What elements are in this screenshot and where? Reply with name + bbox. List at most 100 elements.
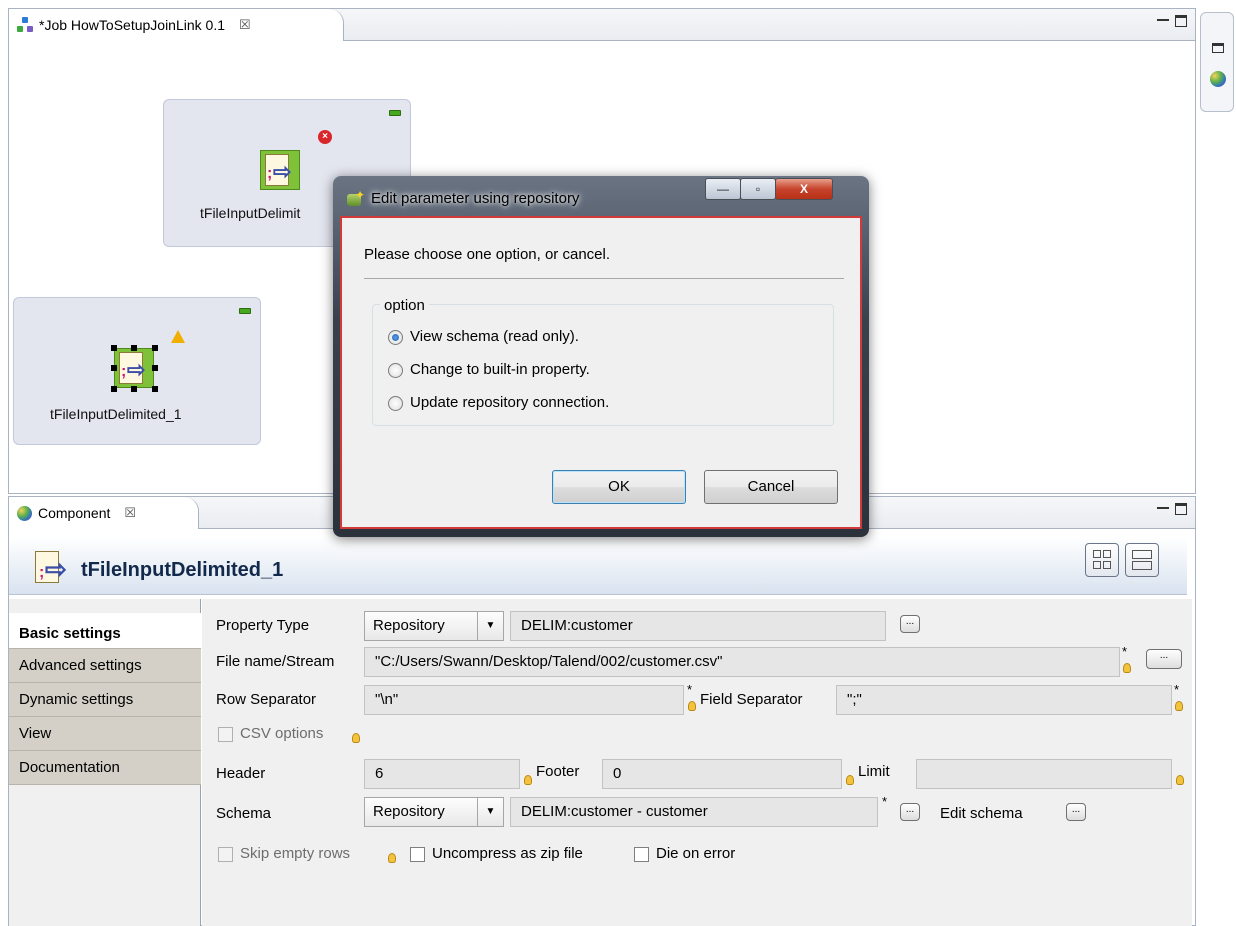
bulb-icon <box>352 733 360 743</box>
dialog-close-button[interactable]: X <box>775 178 833 200</box>
maximize-icon[interactable] <box>1175 503 1187 515</box>
grid-view-button[interactable] <box>1085 543 1119 577</box>
csv-options-label: CSV options <box>240 725 324 742</box>
limit-field[interactable] <box>916 759 1172 789</box>
chevron-down-icon[interactable]: ▼ <box>477 798 503 826</box>
radio-change-builtin[interactable] <box>388 363 403 378</box>
editor-tab[interactable]: *Job HowToSetupJoinLink 0.1 ☒ <box>9 9 344 41</box>
property-type-select[interactable]: Repository ▼ <box>364 611 504 641</box>
close-tab-icon[interactable]: ☒ <box>124 505 136 521</box>
skip-empty-rows-label: Skip empty rows <box>240 845 351 862</box>
uncompress-zip-label: Uncompress as zip file <box>432 845 583 862</box>
chevron-down-icon[interactable]: ▼ <box>477 612 503 640</box>
footer-field[interactable]: 0 <box>602 759 842 789</box>
radio-update-repo-label[interactable]: Update repository connection. <box>410 394 609 411</box>
edit-schema-label: Edit schema <box>940 805 1023 822</box>
bulb-icon <box>688 701 696 711</box>
schema-type-value: Repository <box>373 803 445 820</box>
minimize-icon[interactable] <box>1157 507 1169 511</box>
bulb-icon <box>1175 701 1183 711</box>
die-on-error-label: Die on error <box>656 845 736 862</box>
required-marker: * <box>882 794 888 809</box>
option-group-label: option <box>380 297 429 314</box>
component-type-icon: ; ⇨ <box>33 549 75 585</box>
limit-label: Limit <box>858 763 890 780</box>
csv-options-checkbox[interactable] <box>218 727 233 742</box>
settings-tab-list: Basic settings Advanced settings Dynamic… <box>9 599 201 926</box>
component-tab-label: Component <box>38 505 111 521</box>
radio-change-builtin-label[interactable]: Change to built-in property. <box>410 361 590 378</box>
file-input-delimited-icon[interactable]: ; ⇨ <box>114 348 154 388</box>
selection-handle[interactable] <box>111 365 117 371</box>
bulb-icon <box>846 775 854 785</box>
bulb-icon <box>524 775 532 785</box>
required-marker: * <box>1122 644 1128 659</box>
skip-empty-rows-checkbox[interactable] <box>218 847 233 862</box>
node-collapse-icon[interactable] <box>389 110 401 116</box>
radio-view-schema[interactable] <box>388 330 403 345</box>
minimize-icon[interactable] <box>1157 19 1169 23</box>
basic-settings-form: Property Type Repository ▼ DELIM:custome… <box>202 599 1192 926</box>
tab-documentation[interactable]: Documentation <box>9 751 201 785</box>
field-separator-field[interactable]: ";" <box>836 685 1172 715</box>
selection-handle[interactable] <box>152 345 158 351</box>
schema-browse-button[interactable]: ... <box>900 803 920 821</box>
file-input-delimited-icon[interactable]: ; ⇨ <box>260 150 300 190</box>
component-tab[interactable]: Component ☒ <box>9 497 199 529</box>
selection-handle[interactable] <box>152 386 158 392</box>
selection-handle[interactable] <box>111 386 117 392</box>
radio-view-schema-label[interactable]: View schema (read only). <box>410 328 579 345</box>
property-type-value: Repository <box>373 617 445 634</box>
close-tab-icon[interactable]: ☒ <box>239 17 251 33</box>
selection-handle[interactable] <box>111 345 117 351</box>
tab-basic-settings[interactable]: Basic settings <box>9 613 201 649</box>
wizard-icon: ✦ <box>345 188 365 208</box>
node-collapse-icon[interactable] <box>239 308 251 314</box>
component-title: tFileInputDelimited_1 <box>81 559 284 581</box>
property-repository-field[interactable]: DELIM:customer <box>510 611 886 641</box>
selection-handle[interactable] <box>131 345 137 351</box>
edit-parameter-dialog: ✦ Edit parameter using repository — ▫ X … <box>333 176 869 537</box>
schema-repository-field[interactable]: DELIM:customer - customer <box>510 797 878 827</box>
right-trim-bar <box>1200 12 1234 112</box>
header-field[interactable]: 6 <box>364 759 520 789</box>
restore-icon[interactable] <box>1212 43 1224 53</box>
row-separator-field[interactable]: "\n" <box>364 685 684 715</box>
header-label: Header <box>216 765 266 782</box>
bulb-icon <box>1176 775 1184 785</box>
editor-window-controls <box>1157 15 1187 27</box>
file-name-field[interactable]: "C:/Users/Swann/Desktop/Talend/002/custo… <box>364 647 1120 677</box>
dialog-body: Please choose one option, or cancel. opt… <box>340 216 862 529</box>
schema-type-select[interactable]: Repository ▼ <box>364 797 504 827</box>
dialog-title: Edit parameter using repository <box>371 190 580 207</box>
component-header: ; ⇨ tFileInputDelimited_1 <box>9 537 1187 595</box>
uncompress-zip-checkbox[interactable] <box>410 847 425 862</box>
node-label: tFileInputDelimited_1 <box>50 406 182 422</box>
dialog-separator <box>364 278 844 279</box>
selection-handle[interactable] <box>131 386 137 392</box>
edit-schema-button[interactable]: ... <box>1066 803 1086 821</box>
warning-icon <box>171 330 185 343</box>
selection-handle[interactable] <box>152 365 158 371</box>
ok-button[interactable]: OK <box>552 470 686 504</box>
node-label: tFileInputDelimit <box>200 205 301 221</box>
cancel-button[interactable]: Cancel <box>704 470 838 504</box>
row-separator-label: Row Separator <box>216 691 317 708</box>
job-icon <box>17 17 33 33</box>
file-name-label: File name/Stream <box>216 653 335 670</box>
dialog-minimize-button[interactable]: — <box>705 178 741 200</box>
tab-view[interactable]: View <box>9 717 201 751</box>
maximize-icon[interactable] <box>1175 15 1187 27</box>
tab-advanced-settings[interactable]: Advanced settings <box>9 649 201 683</box>
list-view-button[interactable] <box>1125 543 1159 577</box>
file-browse-button[interactable]: ... <box>1146 649 1182 669</box>
dialog-maximize-button[interactable]: ▫ <box>740 178 776 200</box>
field-separator-label: Field Separator <box>700 691 803 708</box>
tab-dynamic-settings[interactable]: Dynamic settings <box>9 683 201 717</box>
property-browse-button[interactable]: ... <box>900 615 920 633</box>
radio-update-repo[interactable] <box>388 396 403 411</box>
job-node-2[interactable]: ; ⇨ tFileInputDelimited_1 <box>13 297 261 445</box>
die-on-error-checkbox[interactable] <box>634 847 649 862</box>
palette-icon[interactable] <box>1210 71 1226 87</box>
component-window-controls <box>1157 503 1187 515</box>
